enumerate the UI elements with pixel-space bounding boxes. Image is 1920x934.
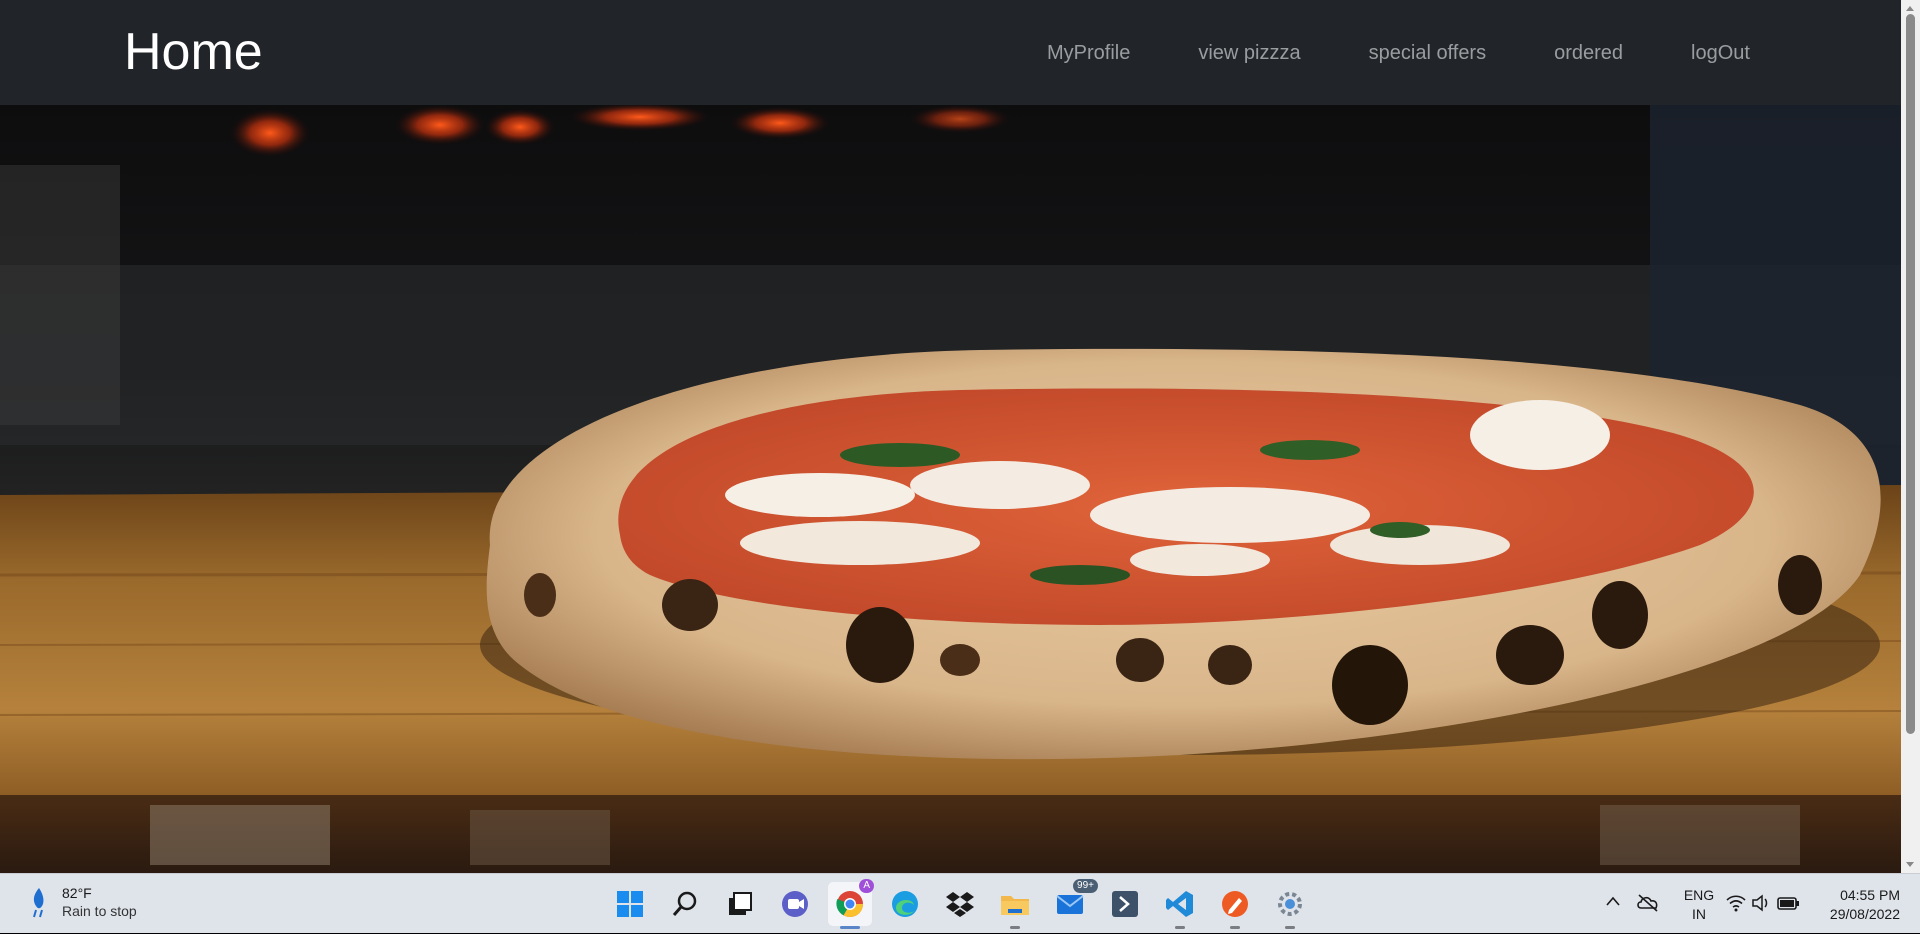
clock-time: 04:55 PM	[1840, 887, 1900, 903]
rain-icon	[33, 888, 44, 918]
nav-link-ordered[interactable]: ordered	[1554, 40, 1623, 66]
open-app-indicator	[1175, 926, 1185, 929]
navbar-brand-home[interactable]: Home	[124, 22, 263, 82]
open-app-indicator	[1010, 926, 1020, 929]
weather-widget[interactable]: 82°F Rain to stop	[26, 884, 137, 920]
weather-description: Rain to stop	[62, 903, 137, 919]
nav-links: MyProfile view pizzza special offers ord…	[1047, 40, 1750, 66]
hero-pizza-image	[0, 105, 1901, 873]
language-indicator[interactable]: ENG IN	[1679, 886, 1719, 924]
sketch-icon[interactable]	[1213, 882, 1257, 929]
mail-icon[interactable]: 99+	[1048, 879, 1098, 926]
nav-link-view-pizza[interactable]: view pizzza	[1198, 40, 1300, 66]
nav-link-special-offers[interactable]: special offers	[1369, 40, 1486, 66]
vertical-scrollbar[interactable]	[1901, 0, 1920, 873]
search-icon[interactable]	[663, 882, 707, 926]
taskbar-apps: A 99+	[608, 879, 1323, 929]
chrome-profile-badge: A	[859, 879, 874, 893]
settings-icon[interactable]	[1268, 882, 1312, 929]
nav-link-myprofile[interactable]: MyProfile	[1047, 40, 1130, 66]
open-app-indicator	[1230, 926, 1240, 929]
edge-icon[interactable]	[883, 882, 927, 926]
scroll-up-icon[interactable]	[1906, 6, 1914, 11]
clock-date: 29/08/2022	[1829, 906, 1900, 922]
wifi-icon[interactable]	[1726, 894, 1746, 912]
mail-unread-badge: 99+	[1073, 879, 1098, 893]
language-region: IN	[1692, 906, 1706, 922]
system-clock[interactable]: 04:55 PM 29/08/2022	[1816, 886, 1900, 924]
teams-chat-icon[interactable]	[773, 882, 817, 926]
chrome-icon[interactable]: A	[828, 879, 874, 929]
windows-taskbar: 82°F Rain to stop A 99+ ENG IN 04:55 PM …	[0, 873, 1920, 933]
chevron-up-icon[interactable]	[1606, 896, 1620, 906]
weather-temperature: 82°F	[62, 885, 92, 901]
nav-link-logout[interactable]: logOut	[1691, 40, 1750, 66]
scroll-down-icon[interactable]	[1906, 862, 1914, 867]
onedrive-cloud-icon[interactable]	[1636, 892, 1660, 912]
windows-start-icon[interactable]	[608, 882, 652, 926]
navbar: Home MyProfile view pizzza special offer…	[0, 0, 1901, 105]
battery-icon[interactable]	[1776, 894, 1800, 912]
scroll-thumb[interactable]	[1906, 14, 1915, 734]
dropbox-icon[interactable]	[938, 882, 982, 926]
volume-icon[interactable]	[1752, 894, 1770, 912]
active-app-indicator	[840, 926, 860, 929]
vscode-icon[interactable]	[1158, 882, 1202, 929]
open-app-indicator	[1285, 926, 1295, 929]
file-explorer-icon[interactable]	[993, 882, 1037, 929]
powershell-icon[interactable]	[1103, 882, 1147, 926]
language-code: ENG	[1683, 887, 1715, 903]
task-view-icon[interactable]	[718, 882, 762, 926]
